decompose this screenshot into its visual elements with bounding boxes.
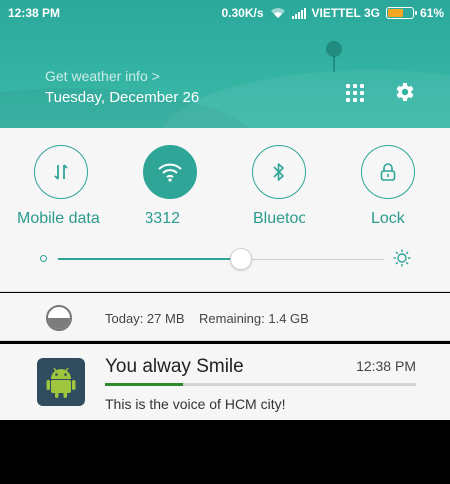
android-icon (37, 358, 85, 406)
brightness-thumb[interactable] (229, 248, 252, 270)
status-time: 12:38 PM (8, 6, 61, 20)
network-speed: 0.30K/s (221, 6, 264, 20)
background-area (0, 420, 450, 484)
brightness-fill (58, 258, 241, 260)
data-usage-row[interactable]: Today: 27 MB Remaining: 1.4 GB (0, 293, 450, 341)
notification-progress-bar (105, 383, 416, 386)
mobile-data-icon (54, 164, 68, 180)
mobile-data-toggle[interactable] (34, 145, 88, 199)
apps-grid-button[interactable] (344, 82, 366, 104)
bluetooth-label: Bluetooth (253, 210, 305, 227)
notification-shade: 12:38 PM 0.30K/s VIETTEL 3G 61% Get weat… (0, 0, 450, 484)
signal-strength-icon (291, 7, 306, 19)
quick-settings-panel: Mobile data 3312 Bluetooth (0, 128, 450, 353)
wifi-network-label: 3312 (146, 210, 180, 227)
battery-icon (385, 7, 417, 19)
bluetooth-toggle[interactable] (252, 145, 306, 199)
notification-card[interactable]: You alway Smile 12:38 PM This is the voi… (0, 344, 450, 420)
data-usage-today: Today: 27 MB (105, 311, 185, 326)
notification-body: This is the voice of HCM city! (105, 396, 286, 412)
settings-gear-icon[interactable] (392, 80, 416, 104)
tree-icon (326, 41, 342, 72)
lock-icon (380, 163, 396, 181)
data-usage-icon (46, 305, 72, 331)
notification-time: 12:38 PM (356, 358, 416, 374)
shade-header: 12:38 PM 0.30K/s VIETTEL 3G 61% Get weat… (0, 0, 450, 128)
wifi-status-icon (270, 8, 285, 18)
brightness-slider[interactable] (0, 246, 450, 276)
mobile-data-label: Mobile data (17, 210, 100, 227)
battery-fill (387, 9, 403, 17)
wifi-icon (158, 163, 182, 182)
brightness-high-icon (393, 249, 411, 267)
bluetooth-icon (273, 163, 284, 181)
notification-progress-fill (105, 383, 183, 386)
date-label: Tuesday, December 26 (45, 89, 200, 106)
weather-info-link[interactable]: Get weather info > (45, 68, 160, 84)
lock-label: Lock (371, 210, 405, 227)
data-usage-remaining: Remaining: 1.4 GB (199, 311, 309, 326)
lock-toggle[interactable] (361, 145, 415, 199)
brightness-low-icon (40, 255, 47, 262)
carrier-name: VIETTEL 3G (311, 6, 380, 20)
status-bar: 12:38 PM 0.30K/s VIETTEL 3G 61% (0, 0, 450, 26)
wifi-toggle[interactable] (143, 145, 197, 199)
notification-title: You alway Smile (105, 356, 244, 377)
battery-percent: 61% (419, 6, 444, 20)
status-right: 0.30K/s VIETTEL 3G 61% (221, 6, 444, 20)
